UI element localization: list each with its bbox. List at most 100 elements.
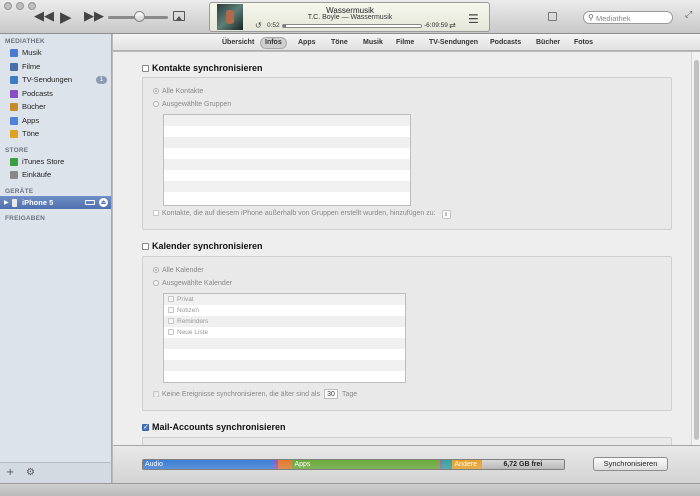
album-artwork[interactable]	[217, 4, 243, 30]
calendar-older-events-option[interactable]: Keine Ereignisse synchronisieren, die äl…	[153, 389, 357, 402]
sidebar-item-label: Einkäufe	[22, 170, 52, 179]
count-badge: 1	[95, 76, 107, 84]
calendar-list[interactable]: Privat Notizen Reminders Neue Liste	[163, 293, 406, 383]
calendar-selected-option[interactable]: Ausgewählte Kalender	[153, 280, 232, 287]
device-tab-bar: Übersicht Infos Apps Töne Musik Filme TV-Sendu…	[113, 34, 700, 51]
book-icon	[10, 103, 18, 111]
calendar-item-checkbox[interactable]	[168, 318, 174, 324]
tab-tv-sendungen[interactable]: TV-Sendungen	[425, 37, 482, 49]
tab--bersicht[interactable]: Übersicht	[218, 37, 258, 49]
calendar-item[interactable]: Neue Liste	[164, 327, 405, 338]
contacts-add-to-group-option[interactable]: Kontakte, die auf diesem iPhone außerhal…	[153, 210, 451, 219]
calendar-item-checkbox[interactable]	[168, 296, 174, 302]
sidebar: MEDIATHEK Musik Filme TV-Sendungen 1 Podcast…	[0, 34, 112, 483]
contacts-sync-checkbox[interactable]	[142, 65, 149, 72]
capacity-segment-photos	[277, 460, 293, 469]
music-note-icon	[10, 49, 18, 57]
sidebar-item-eink-ufe[interactable]: Einkäufe	[0, 168, 111, 182]
airplay-icon[interactable]	[173, 11, 185, 21]
contacts-selected-option[interactable]: Ausgewählte Gruppen	[153, 101, 231, 108]
tab-apps[interactable]: Apps	[294, 37, 320, 49]
calendar-item-checkbox[interactable]	[168, 307, 174, 313]
sidebar-item-t-ne[interactable]: Töne	[0, 127, 111, 141]
elapsed-time: 0:52	[267, 22, 280, 29]
sidebar-item-b-cher[interactable]: Bücher	[0, 100, 111, 114]
calendar-item-label: Privat	[177, 296, 194, 303]
sidebar-item-label: iTunes Store	[22, 156, 65, 166]
sidebar-item-tv-sendungen[interactable]: TV-Sendungen 1	[0, 73, 111, 87]
previous-track-icon[interactable]: ◀◀	[34, 9, 54, 25]
apps-icon	[10, 116, 18, 125]
shuffle-icon[interactable]: ⇄	[449, 21, 456, 30]
podcast-icon	[10, 89, 18, 98]
calendar-item[interactable]: Reminders	[164, 316, 405, 327]
sidebar-header-library: MEDIATHEK	[5, 38, 45, 45]
empty-row	[164, 371, 405, 382]
mail-sync-checkbox[interactable]	[142, 423, 149, 431]
sidebar-item-iphone[interactable]: ▶ iPhone 5 ⏏	[0, 195, 111, 210]
sidebar-item-apps[interactable]: Apps	[0, 114, 111, 128]
playback-progress-bar[interactable]	[282, 24, 422, 28]
sidebar-item-label: Musik	[22, 48, 42, 57]
play-icon[interactable]: ▶	[60, 9, 72, 25]
contacts-group-list[interactable]	[163, 114, 411, 206]
close-window-button[interactable]	[4, 2, 12, 10]
tab-fotos[interactable]: Fotos	[570, 37, 597, 49]
group-select-stepper[interactable]: ⇕	[441, 210, 451, 219]
calendar-item[interactable]: Notizen	[164, 305, 405, 316]
sidebar-item-podcasts[interactable]: Podcasts	[0, 87, 111, 101]
store-icon	[10, 157, 18, 166]
mail-sync-toggle[interactable]: Mail-Accounts synchronisieren	[142, 422, 286, 432]
vertical-scrollbar[interactable]	[691, 52, 700, 445]
tv-icon	[10, 76, 18, 84]
empty-row	[164, 360, 405, 371]
search-icon: ⚲	[588, 13, 594, 22]
search-box[interactable]: ⚲	[583, 11, 673, 24]
calendar-item-label: Notizen	[177, 307, 200, 314]
gear-icon[interactable]: ⚙	[26, 467, 35, 478]
view-toggle-icon[interactable]	[548, 12, 557, 21]
empty-row	[164, 349, 405, 360]
playback-progress-fill	[283, 25, 286, 27]
tab-b-cher[interactable]: Bücher	[532, 37, 564, 49]
scrollbar-thumb[interactable]	[694, 60, 699, 440]
tab-t-ne[interactable]: Töne	[327, 37, 352, 49]
disclosure-triangle-icon[interactable]: ▶	[4, 196, 9, 210]
next-track-icon[interactable]: ▶▶	[84, 9, 104, 25]
sidebar-item-filme[interactable]: Filme	[0, 60, 111, 74]
purchases-icon	[10, 171, 18, 179]
add-playlist-icon[interactable]: +	[6, 467, 14, 478]
tab-podcasts[interactable]: Podcasts	[486, 37, 525, 49]
minimize-window-button[interactable]	[16, 2, 24, 10]
sidebar-item-label: Bücher	[22, 102, 46, 111]
up-next-list-icon[interactable]: ☰	[468, 12, 479, 26]
tab-filme[interactable]: Filme	[392, 37, 418, 49]
contacts-all-option[interactable]: Alle Kontakte	[153, 88, 203, 95]
fullscreen-icon[interactable]: ⤢	[685, 10, 692, 20]
sidebar-item-itunes-store[interactable]: iTunes Store	[0, 155, 111, 169]
calendar-all-option[interactable]: Alle Kalender	[153, 267, 204, 274]
contacts-sync-toggle[interactable]: Kontakte synchronisieren	[142, 63, 263, 73]
now-playing-display: Wassermusik T.C. Boyle — Wassermusik ↺ 0…	[209, 2, 490, 32]
days-input[interactable]: 30	[323, 389, 338, 399]
calendar-sync-checkbox[interactable]	[142, 243, 149, 250]
calendar-item-checkbox[interactable]	[168, 329, 174, 335]
tab-musik[interactable]: Musik	[359, 37, 387, 49]
repeat-icon[interactable]: ↺	[255, 21, 262, 30]
tab-infos[interactable]: Infos	[260, 37, 287, 49]
song-artist: T.C. Boyle — Wassermusik	[307, 14, 393, 21]
calendar-item[interactable]: Privat	[164, 294, 405, 305]
volume-knob[interactable]	[134, 11, 145, 22]
sidebar-item-label: Filme	[22, 61, 41, 71]
contacts-panel: Alle Kontakte Ausgewählte Gruppen Kontak…	[142, 77, 672, 230]
capacity-segment-apps: Apps	[292, 460, 440, 469]
calendar-sync-toggle[interactable]: Kalender synchronisieren	[142, 241, 263, 251]
device-info-pane: Kontakte synchronisieren Alle Kontakte A…	[113, 52, 691, 445]
remaining-time: -6:09:59	[424, 22, 448, 29]
sidebar-item-musik[interactable]: Musik	[0, 46, 111, 60]
window-controls	[4, 2, 36, 10]
film-icon	[10, 62, 18, 71]
sync-button[interactable]: Synchronisieren	[593, 457, 668, 471]
eject-icon[interactable]: ⏏	[99, 197, 108, 207]
search-input[interactable]	[596, 13, 668, 23]
